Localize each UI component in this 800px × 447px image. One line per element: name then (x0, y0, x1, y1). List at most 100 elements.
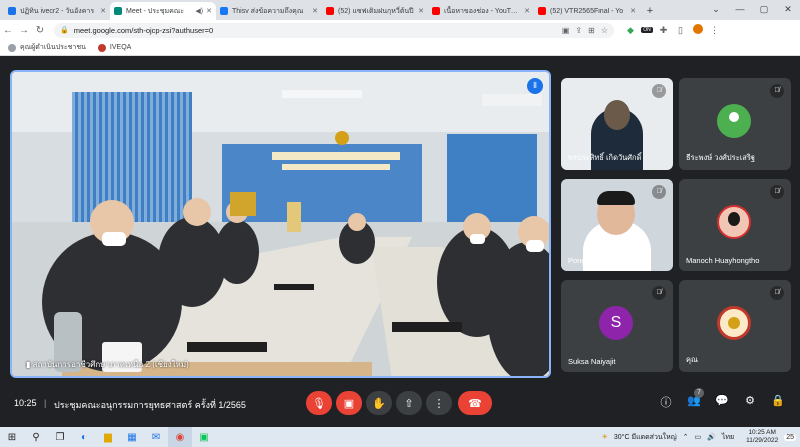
install-icon[interactable]: ⊞ (588, 26, 595, 35)
mail-icon[interactable]: ✉ (144, 427, 168, 447)
tab-title: Thisv ส่งข้อความถึงคุณ (232, 7, 304, 15)
close-tab-icon[interactable]: ✕ (312, 7, 318, 15)
browser-tab[interactable]: Meet - ประชุมคณะ ◀) ✕ (110, 2, 216, 20)
tray-chevron-icon[interactable]: ⌃ (683, 433, 689, 441)
participant-name: คุณ (686, 355, 698, 364)
participant-count-badge: 7 (694, 388, 704, 398)
task-view-icon[interactable]: ❐ (48, 427, 72, 447)
screen: ปฏิทิน ivecr2 - วันอังคาร ✕ Meet - ประชุมค… (0, 0, 800, 447)
close-tab-icon[interactable]: ✕ (418, 7, 424, 15)
mic-off-button[interactable]: 🎙 (306, 391, 332, 415)
profile-avatar[interactable] (689, 24, 706, 36)
participant-tile[interactable]: 🎙̸ Manoch Huayhongtho (679, 179, 791, 271)
raise-hand-button[interactable]: ✋ (366, 391, 392, 415)
present-icon: ⇧ (404, 397, 414, 410)
info-button[interactable]: ⓘ (652, 394, 680, 410)
star-icon[interactable]: ☆ (601, 26, 608, 35)
meeting-control-bar: 10:25 | ประชุมคณะอนุกรรมการยุทธศาสตร์ คร… (0, 384, 800, 422)
chrome-icon[interactable]: ◉ (168, 427, 192, 447)
conference-room-video (12, 72, 549, 376)
close-tab-icon[interactable]: ✕ (630, 7, 636, 15)
back-button[interactable]: ← (0, 25, 16, 36)
meeting-clock: 10:25 (14, 398, 37, 408)
leave-call-button[interactable]: ☎ (458, 391, 492, 415)
bookmarks-bar: คุณผู้ดำเนินประชาชน IVEQA (0, 40, 800, 56)
browser-tab[interactable]: (52) VTR2565Final - Yo ✕ (534, 2, 640, 20)
chat-button[interactable]: 💬 (708, 394, 736, 410)
more-options-button[interactable]: ⋮ (426, 391, 452, 415)
forward-button[interactable]: → (16, 25, 32, 36)
main-video-tile[interactable]: ⦀ ▮ สถาบันการอาชีวศึกษาภาคเหนือ 2 (เชียง… (10, 70, 551, 378)
youtube-icon (326, 7, 334, 15)
more-icon: ⋮ (433, 397, 445, 410)
tab-title: (52) แซฟเติมฝนกุหวี่ต้นปี (338, 7, 414, 15)
browser-tab[interactable]: เนื้อหาของช่อง - YouTube ✕ (428, 2, 534, 20)
browser-tab[interactable]: Thisv ส่งข้อความถึงคุณ ✕ (216, 2, 322, 20)
camera-icon[interactable]: ▣ (562, 26, 570, 35)
file-explorer-icon[interactable]: ▆ (96, 427, 120, 447)
phone-hangup-icon: ☎ (468, 397, 482, 410)
network-icon[interactable]: ▭ (695, 433, 702, 441)
people-button[interactable]: 👥 7 (680, 388, 708, 410)
extension-icon[interactable]: ◆ (622, 25, 639, 36)
activities-button[interactable]: ⚙ (736, 394, 764, 410)
participant-initial-avatar: S (599, 306, 633, 340)
sidebar-icon[interactable]: ▯ (672, 25, 689, 36)
reload-button[interactable]: ↻ (32, 25, 48, 36)
meet-icon (114, 7, 122, 15)
participant-tile[interactable]: 🎙̸ พรประสิทธิ์ เกิดวันศักดิ์ (561, 78, 673, 170)
search-icon[interactable]: ⚲ (24, 427, 48, 447)
participant-tile[interactable]: 🎙̸ คุณ (679, 280, 791, 372)
side-panel-controls: ⓘ 👥 7 💬 ⚙ 🔒 (652, 388, 792, 410)
language-indicator[interactable]: ไทย (722, 432, 734, 443)
participant-avatar-photo (717, 205, 751, 239)
muted-mic-icon: 🎙̸ (770, 185, 784, 199)
main-speaker-name: ▮ สถาบันการอาชีวศึกษาภาคเหนือ 2 (เชียงให… (26, 360, 189, 369)
participant-name: Pongsatorn Chaichan (568, 256, 641, 265)
browser-tab[interactable]: ปฏิทิน ivecr2 - วันอังคาร ✕ (4, 2, 110, 20)
notification-button[interactable]: 25 (784, 433, 796, 441)
chevron-down-icon[interactable]: ⌄ (704, 0, 728, 20)
host-controls-button[interactable]: 🔒 (764, 394, 792, 410)
muted-mic-icon: 🎙̸ (652, 84, 666, 98)
edge-icon[interactable]: ◐ (72, 427, 96, 447)
store-icon[interactable]: ▦ (120, 427, 144, 447)
info-icon: ⓘ (660, 397, 672, 409)
tab-title: (52) VTR2565Final - Yo (550, 7, 624, 15)
tray-clock[interactable]: 10:25 AM 11/29/2022 (740, 429, 778, 445)
windows-taskbar: ⊞ ⚲ ❐ ◐ ▆ ▦ ✉ ◉ ▣ ☀ 30°C มีแดดส่วนใหญ่ ⌃… (0, 427, 800, 447)
speaker-icon: ◀) (195, 8, 204, 15)
new-tab-button[interactable]: + (640, 2, 660, 20)
participant-tile[interactable]: 🎙̸ ธีระพงษ์ วงศ์ประเสริฐ (679, 78, 791, 170)
mic-off-icon: 🎙 (312, 397, 326, 410)
facebook-icon (220, 7, 228, 15)
close-tab-icon[interactable]: ✕ (524, 7, 530, 15)
close-tab-icon[interactable]: ✕ (206, 7, 212, 15)
present-button[interactable]: ⇧ (396, 391, 422, 415)
close-tab-icon[interactable]: ✕ (100, 7, 106, 15)
on-extension-icon[interactable]: ON (641, 27, 653, 33)
volume-icon[interactable]: 🔊 (707, 433, 716, 441)
menu-icon[interactable]: ⋮ (706, 25, 723, 36)
maximize-button[interactable]: ▢ (752, 0, 776, 20)
bookmark-item[interactable]: คุณผู้ดำเนินประชาชน (8, 42, 86, 53)
window-controls: ⌄ — ▢ ✕ (704, 0, 800, 20)
omnibox[interactable]: 🔒 meet.google.com/sth-ojcp-zsi?authuser=… (54, 22, 614, 38)
windows-start-icon[interactable]: ⊞ (0, 427, 24, 447)
minimize-button[interactable]: — (728, 0, 752, 20)
camera-off-button[interactable]: ▣ (336, 391, 362, 415)
participant-tile[interactable]: 🎙̸ Pongsatorn Chaichan (561, 179, 673, 271)
participant-tile[interactable]: S 🎙̸ Suksa Naiyajit (561, 280, 673, 372)
youtube-icon (432, 7, 440, 15)
puzzle-icon[interactable]: ✚ (655, 25, 672, 36)
line-icon[interactable]: ▣ (192, 427, 216, 447)
participant-name: พรประสิทธิ์ เกิดวันศักดิ์ (568, 153, 642, 162)
share-icon[interactable]: ⇪ (575, 26, 582, 35)
bookmark-item[interactable]: IVEQA (97, 43, 131, 52)
tab-title: Meet - ประชุมคณะ (126, 7, 185, 15)
close-window-button[interactable]: ✕ (776, 0, 800, 20)
browser-tab[interactable]: (52) แซฟเติมฝนกุหวี่ต้นปี ✕ (322, 2, 428, 20)
activities-icon: ⚙ (745, 395, 755, 407)
participant-name: Manoch Huayhongtho (686, 256, 760, 265)
speaking-indicator-icon: ⦀ (527, 78, 543, 94)
